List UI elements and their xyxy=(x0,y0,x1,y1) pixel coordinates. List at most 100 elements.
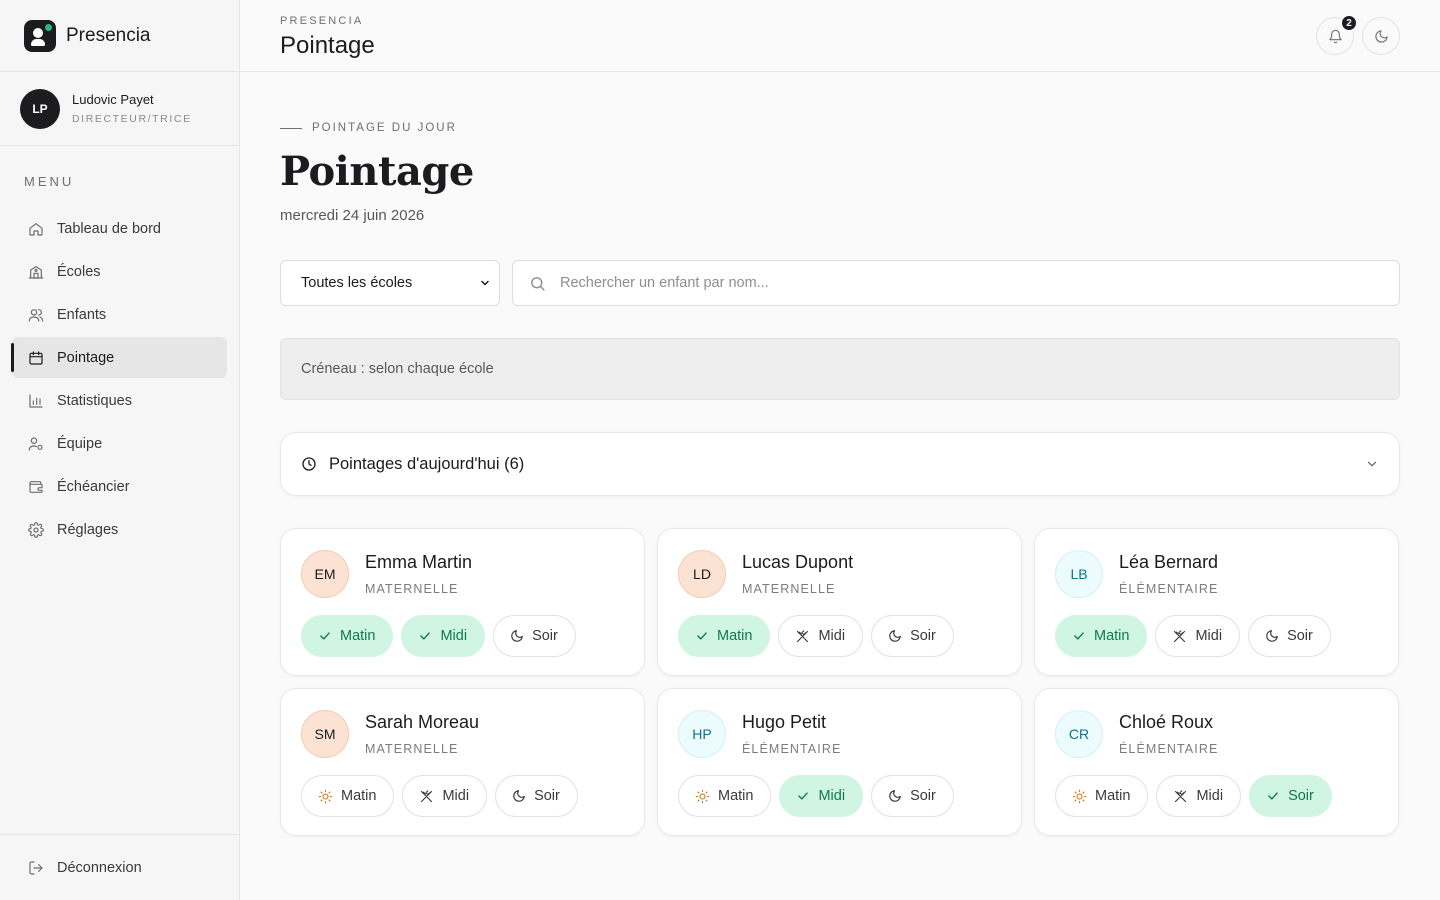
child-card-header: HP Hugo Petit ÉLÉMENTAIRE xyxy=(678,709,1001,759)
slot-toggle-matin[interactable]: Matin xyxy=(301,615,394,657)
child-card-header: EM Emma Martin MATERNELLE xyxy=(301,549,624,599)
sidebar-item-label: Enfants xyxy=(57,306,107,323)
slot-label: Midi xyxy=(1195,628,1223,644)
slot-toggle-soir[interactable]: Soir xyxy=(495,775,578,817)
moon-icon xyxy=(1374,29,1388,43)
today-attendance-accordion[interactable]: Pointages d'aujourd'hui (6) xyxy=(280,432,1400,496)
slot-toggles: Matin Midi Soir xyxy=(678,775,1001,817)
sidebar-item-reglages[interactable]: Réglages xyxy=(12,509,227,550)
sidebar-item-echeancier[interactable]: Échéancier xyxy=(12,466,227,507)
notifications-button[interactable]: 2 xyxy=(1316,14,1358,55)
slot-label: Matin xyxy=(1094,628,1130,644)
child-card: EM Emma Martin MATERNELLE Matin Midi Soir xyxy=(280,528,645,676)
slot-label: Soir xyxy=(910,628,936,644)
sidebar-item-label: Pointage xyxy=(57,349,115,366)
sidebar-item-statistiques[interactable]: Statistiques xyxy=(12,380,227,421)
sidebar-item-label: Tableau de bord xyxy=(57,220,161,237)
sidebar-item-label: Échéancier xyxy=(57,478,130,495)
child-card: LB Léa Bernard ÉLÉMENTAIRE Matin Midi Soir xyxy=(1034,528,1399,676)
school-select-value: Toutes les écoles xyxy=(301,275,413,291)
child-level: MATERNELLE xyxy=(365,742,459,756)
sidebar-nav: Tableau de bord Écoles Enfants Pointage … xyxy=(0,208,239,550)
slot-toggle-midi[interactable]: Midi xyxy=(1155,615,1241,657)
slot-label: Midi xyxy=(442,788,470,804)
slot-toggle-matin[interactable]: Matin xyxy=(1055,615,1148,657)
slot-toggle-soir[interactable]: Soir xyxy=(1248,615,1331,657)
slot-label: Soir xyxy=(910,788,936,804)
slot-toggles: Matin Midi Soir xyxy=(301,775,624,817)
search-input[interactable] xyxy=(560,275,1360,291)
accordion-label: Pointages d'aujourd'hui (6) xyxy=(329,454,525,473)
slot-toggle-soir[interactable]: Soir xyxy=(1249,775,1332,817)
brand[interactable]: Presencia xyxy=(0,0,239,72)
slot-toggle-soir[interactable]: Soir xyxy=(871,615,954,657)
avatar: LD xyxy=(678,550,726,598)
child-name: Léa Bernard xyxy=(1119,552,1219,572)
sidebar-item-equipe[interactable]: Équipe xyxy=(12,423,227,464)
eyebrow-text: POINTAGE DU JOUR xyxy=(312,122,457,134)
header-eyebrow: PRESENCIA xyxy=(280,15,364,27)
slot-toggle-midi[interactable]: Midi xyxy=(401,615,486,657)
child-card-header: LD Lucas Dupont MATERNELLE xyxy=(678,549,1001,599)
child-name: Emma Martin xyxy=(365,552,473,572)
sidebar-item-enfants[interactable]: Enfants xyxy=(12,294,227,335)
search-icon xyxy=(531,276,545,291)
notification-badge: 2 xyxy=(1340,14,1358,32)
user-name: Ludovic Payet xyxy=(72,92,154,107)
slot-label: Soir xyxy=(1287,628,1313,644)
slot-label: Matin xyxy=(1095,788,1131,804)
user-gear-icon xyxy=(28,436,44,452)
header-title: Pointage xyxy=(280,32,375,59)
slot-toggle-soir[interactable]: Soir xyxy=(493,615,576,657)
sidebar-item-tableau-de-bord[interactable]: Tableau de bord xyxy=(12,208,227,249)
sidebar-item-label: Écoles xyxy=(57,263,101,280)
wallet-icon xyxy=(28,479,44,495)
check-icon xyxy=(1072,629,1086,643)
utensils-icon xyxy=(795,629,810,644)
slot-label: Midi xyxy=(818,628,846,644)
child-card: HP Hugo Petit ÉLÉMENTAIRE Matin Midi Soir xyxy=(657,688,1022,836)
logout-button[interactable]: Déconnexion xyxy=(0,834,240,900)
avatar: SM xyxy=(301,710,349,758)
child-name: Hugo Petit xyxy=(742,712,827,732)
school-icon xyxy=(28,264,44,280)
slot-toggle-soir[interactable]: Soir xyxy=(871,775,954,817)
child-name: Sarah Moreau xyxy=(365,712,480,732)
slot-toggle-matin[interactable]: Matin xyxy=(1055,775,1149,817)
sidebar-item-label: Réglages xyxy=(57,521,119,538)
child-name: Chloé Roux xyxy=(1119,712,1214,732)
utensils-icon xyxy=(419,789,434,804)
child-card-header: LB Léa Bernard ÉLÉMENTAIRE xyxy=(1055,549,1378,599)
slot-label: Matin xyxy=(341,788,377,804)
check-icon xyxy=(318,629,332,643)
search-field[interactable] xyxy=(512,260,1400,306)
school-select[interactable]: Toutes les écoles xyxy=(280,260,500,306)
chevron-down-icon xyxy=(481,280,489,286)
child-level: ÉLÉMENTAIRE xyxy=(742,742,842,756)
utensils-icon xyxy=(1172,629,1187,644)
slot-toggle-midi[interactable]: Midi xyxy=(402,775,488,817)
logout-label: Déconnexion xyxy=(57,859,142,876)
child-level: ÉLÉMENTAIRE xyxy=(1119,742,1219,756)
slot-info: Créneau : selon chaque école xyxy=(280,338,1400,400)
slot-toggle-midi[interactable]: Midi xyxy=(779,775,864,817)
eyebrow-rule xyxy=(280,127,302,129)
avatar: HP xyxy=(678,710,726,758)
slot-label: Soir xyxy=(532,628,558,644)
slot-toggle-matin[interactable]: Matin xyxy=(678,615,771,657)
bell-icon xyxy=(1328,29,1342,43)
slot-toggle-midi[interactable]: Midi xyxy=(1156,775,1242,817)
child-card: SM Sarah Moreau MATERNELLE Matin Midi Soir xyxy=(280,688,645,836)
slot-label: Soir xyxy=(1288,788,1314,804)
slot-label: Midi xyxy=(818,788,846,804)
check-icon xyxy=(695,629,709,643)
theme-toggle-button[interactable] xyxy=(1362,17,1400,55)
slot-toggle-midi[interactable]: Midi xyxy=(778,615,864,657)
sidebar-item-ecoles[interactable]: Écoles xyxy=(12,251,227,292)
sidebar-item-pointage[interactable]: Pointage xyxy=(11,337,227,378)
slot-toggle-matin[interactable]: Matin xyxy=(301,775,395,817)
child-level: MATERNELLE xyxy=(742,582,836,596)
child-name: Lucas Dupont xyxy=(742,552,854,572)
sun-icon xyxy=(695,789,710,804)
slot-toggle-matin[interactable]: Matin xyxy=(678,775,772,817)
